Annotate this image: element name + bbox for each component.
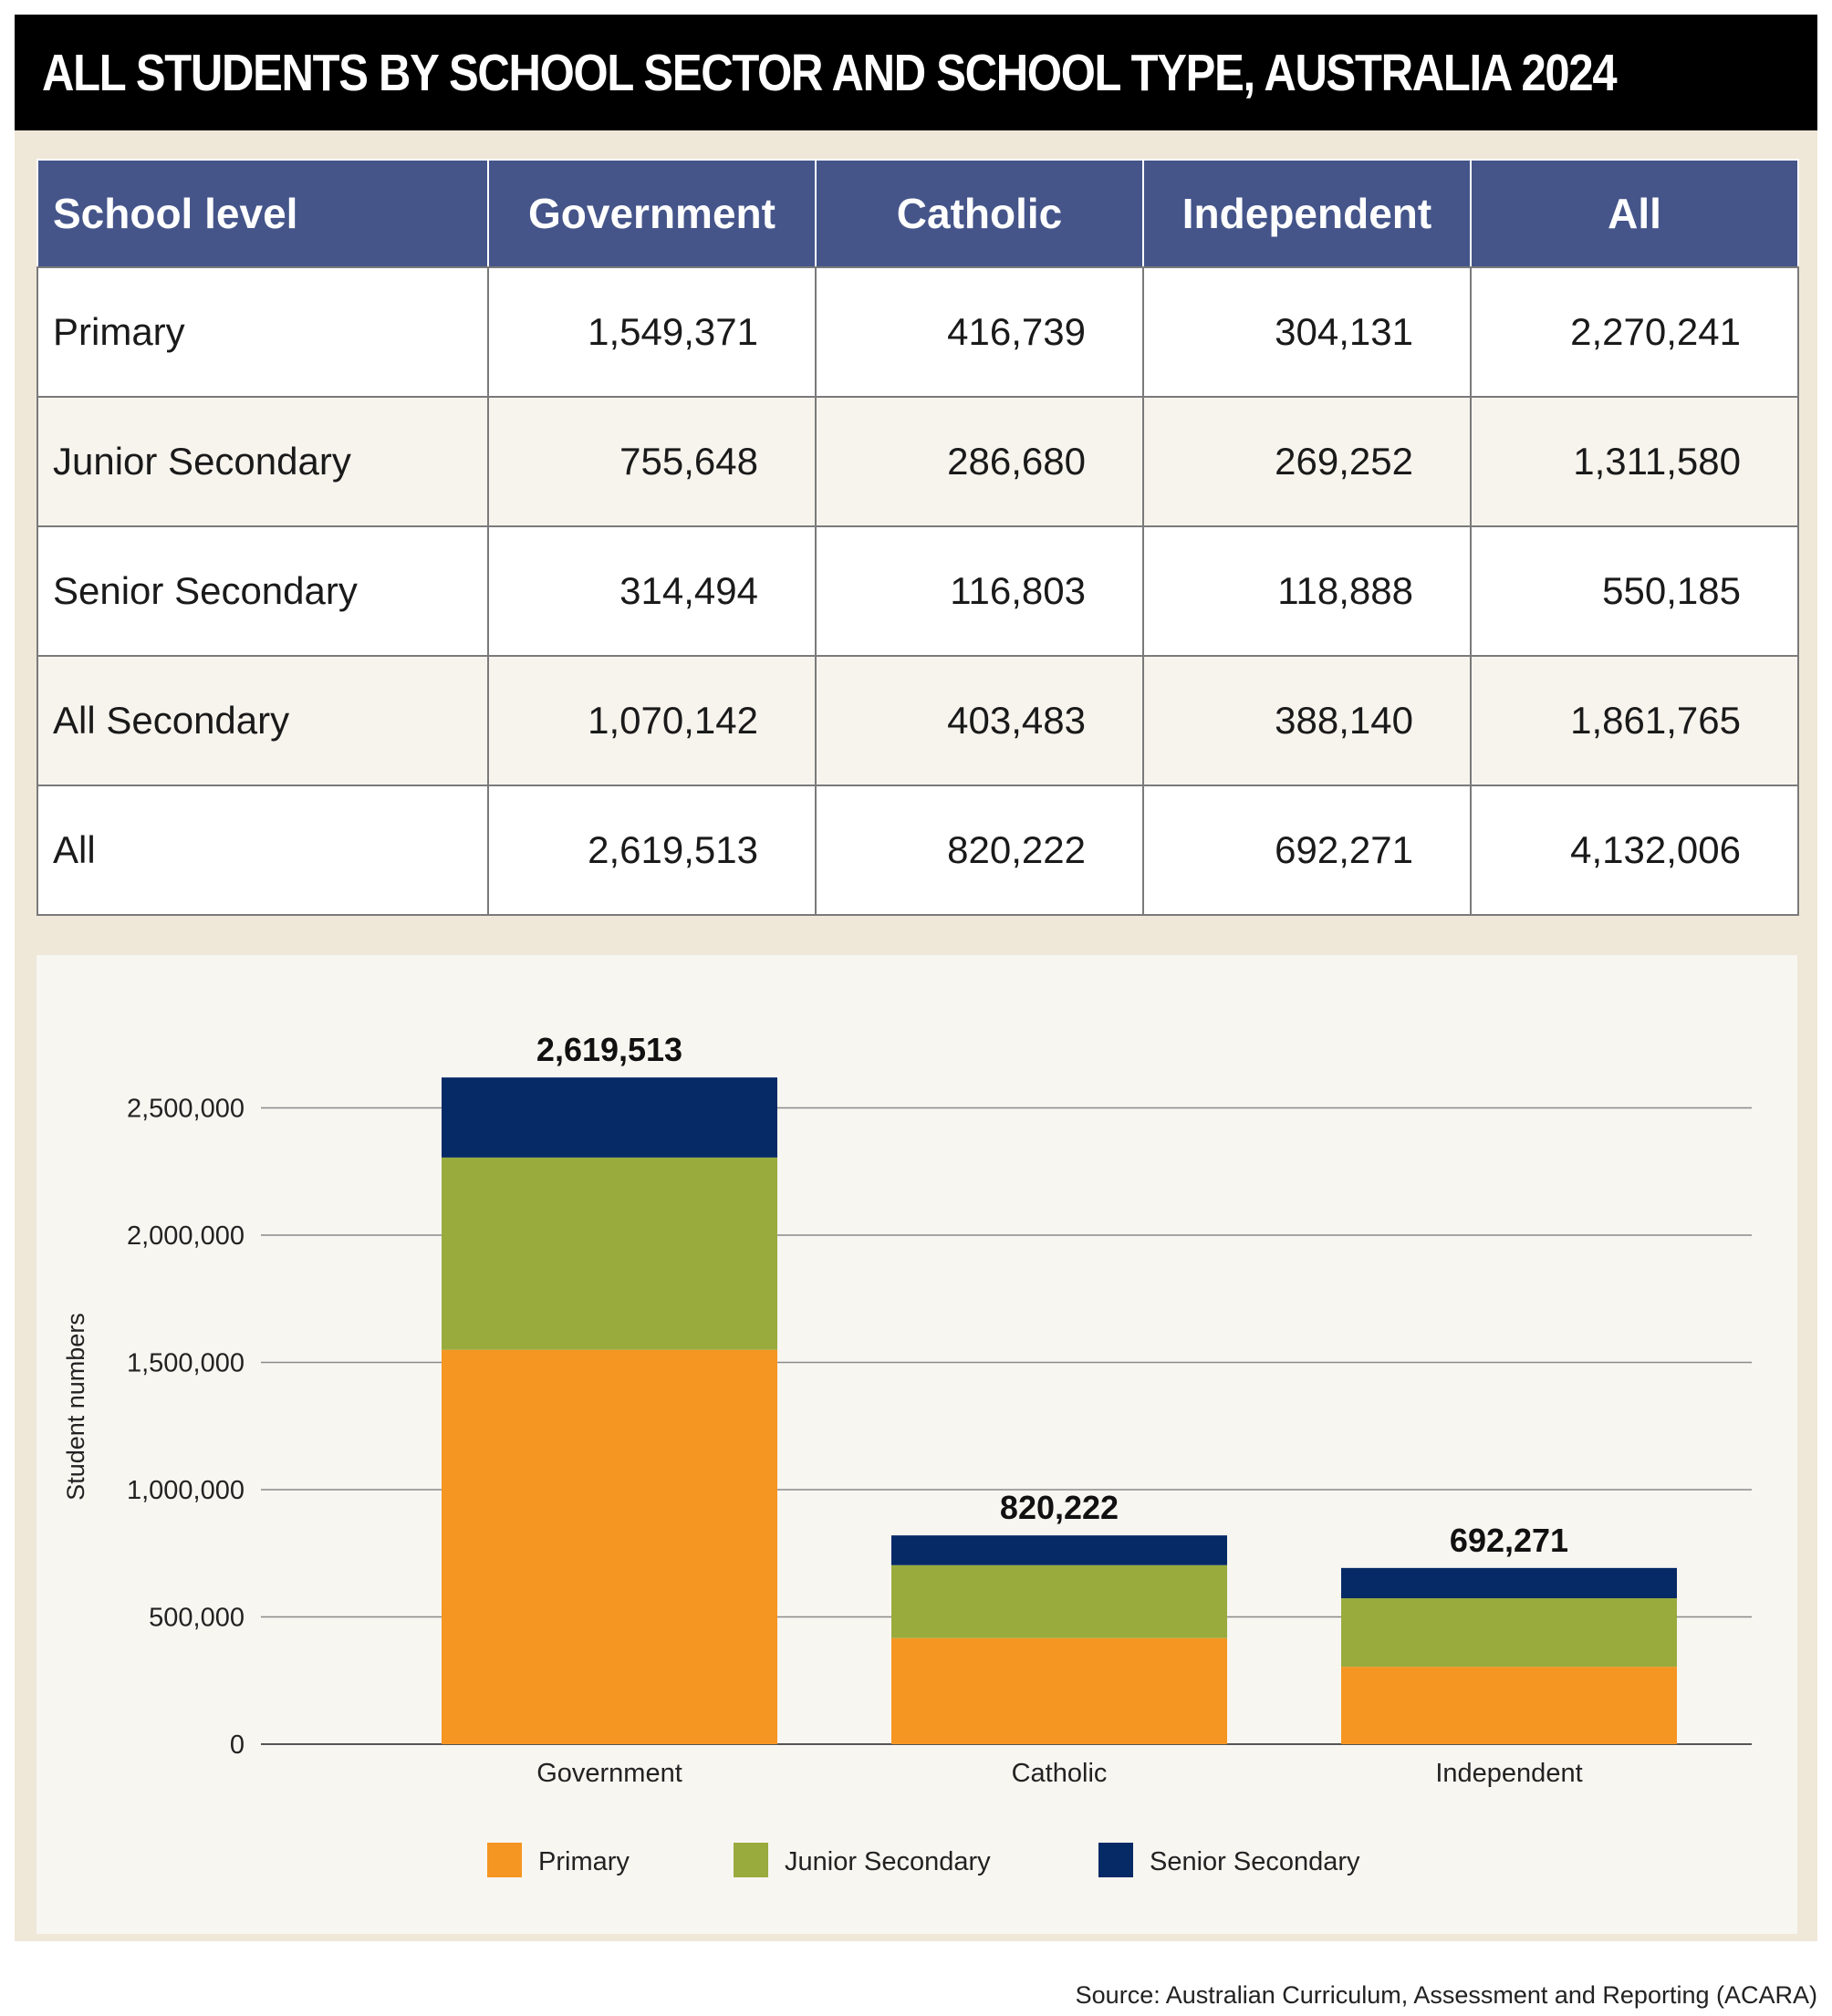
- column-header: Independent: [1142, 159, 1472, 268]
- row-label: Primary: [36, 266, 489, 398]
- table-cell: 550,185: [1470, 525, 1799, 657]
- table-header-row: School level Government Catholic Indepen…: [36, 159, 1799, 268]
- table-cell: 692,271: [1142, 785, 1472, 916]
- table-cell: 116,803: [815, 525, 1144, 657]
- table-cell: 1,070,142: [487, 655, 817, 786]
- bar-segment: [442, 1157, 777, 1350]
- row-label: Senior Secondary: [36, 525, 489, 657]
- table-cell: 403,483: [815, 655, 1144, 786]
- table-row: Senior Secondary 314,494 116,803 118,888…: [36, 525, 1799, 657]
- table-cell: 755,648: [487, 396, 817, 527]
- y-tick-label: 1,000,000: [127, 1476, 245, 1505]
- table-cell: 2,619,513: [487, 785, 817, 916]
- bar-segment: [442, 1077, 777, 1158]
- table-row: All 2,619,513 820,222 692,271 4,132,006: [36, 785, 1799, 916]
- bar-total-label: 692,271: [1450, 1522, 1568, 1559]
- bar-total-label: 2,619,513: [536, 1031, 682, 1068]
- y-tick-label: 500,000: [149, 1604, 245, 1633]
- bar-segment: [1341, 1667, 1677, 1744]
- bar-segment: [1341, 1567, 1677, 1599]
- bar-segment: [891, 1564, 1227, 1638]
- legend-label: Junior Secondary: [785, 1847, 991, 1876]
- table-row: All Secondary 1,070,142 403,483 388,140 …: [36, 655, 1799, 786]
- bar-segment: [891, 1535, 1227, 1565]
- table-cell: 118,888: [1142, 525, 1472, 657]
- column-header: School level: [36, 159, 489, 268]
- row-label: Junior Secondary: [36, 396, 489, 527]
- data-table: School level Government Catholic Indepen…: [36, 159, 1799, 916]
- table-cell: 269,252: [1142, 396, 1472, 527]
- legend-label: Senior Secondary: [1150, 1847, 1360, 1876]
- table-cell: 314,494: [487, 525, 817, 657]
- column-header: Government: [487, 159, 817, 268]
- column-header: All: [1470, 159, 1799, 268]
- table-cell: 1,549,371: [487, 266, 817, 398]
- legend-swatch: [734, 1843, 768, 1877]
- table-cell: 1,311,580: [1470, 396, 1799, 527]
- y-axis-title: Student numbers: [62, 1313, 89, 1501]
- table-cell: 286,680: [815, 396, 1144, 527]
- bar-segment: [442, 1349, 777, 1744]
- table-row: Primary 1,549,371 416,739 304,131 2,270,…: [36, 266, 1799, 398]
- y-tick-label: 1,500,000: [127, 1349, 245, 1378]
- y-tick-label: 2,000,000: [127, 1221, 245, 1251]
- bar-total-label: 820,222: [1000, 1489, 1119, 1526]
- bar-segment: [891, 1637, 1227, 1744]
- column-header: Catholic: [815, 159, 1144, 268]
- table-row: Junior Secondary 755,648 286,680 269,252…: [36, 396, 1799, 527]
- table-cell: 388,140: [1142, 655, 1472, 786]
- source-note: Source: Australian Curriculum, Assessmen…: [1075, 1981, 1817, 2009]
- table-cell: 416,739: [815, 266, 1144, 398]
- x-tick-label: Catholic: [1012, 1759, 1108, 1788]
- table-cell: 1,861,765: [1470, 655, 1799, 786]
- title-bar: ALL STUDENTS BY SCHOOL SECTOR AND SCHOOL…: [15, 15, 1817, 130]
- x-tick-label: Independent: [1435, 1759, 1582, 1788]
- stacked-bar-chart: 0 500,000 1,000,000 1,500,000 2,000,000 2,500…: [62, 1031, 1752, 1877]
- table-cell: 304,131: [1142, 266, 1472, 398]
- row-label: All Secondary: [36, 655, 489, 786]
- legend-swatch: [1098, 1843, 1133, 1877]
- table-cell: 2,270,241: [1470, 266, 1799, 398]
- table-cell: 820,222: [815, 785, 1144, 916]
- legend-label: Primary: [538, 1847, 630, 1876]
- page-title: ALL STUDENTS BY SCHOOL SECTOR AND SCHOOL…: [42, 43, 1618, 102]
- y-tick-label: 2,500,000: [127, 1095, 245, 1124]
- table-cell: 4,132,006: [1470, 785, 1799, 916]
- legend-swatch: [487, 1843, 522, 1877]
- row-label: All: [36, 785, 489, 916]
- bar-segment: [1341, 1598, 1677, 1668]
- x-tick-label: Government: [536, 1759, 682, 1788]
- y-tick-label: 0: [230, 1730, 245, 1760]
- chart-container: 0 500,000 1,000,000 1,500,000 2,000,000 2,500…: [36, 955, 1797, 1934]
